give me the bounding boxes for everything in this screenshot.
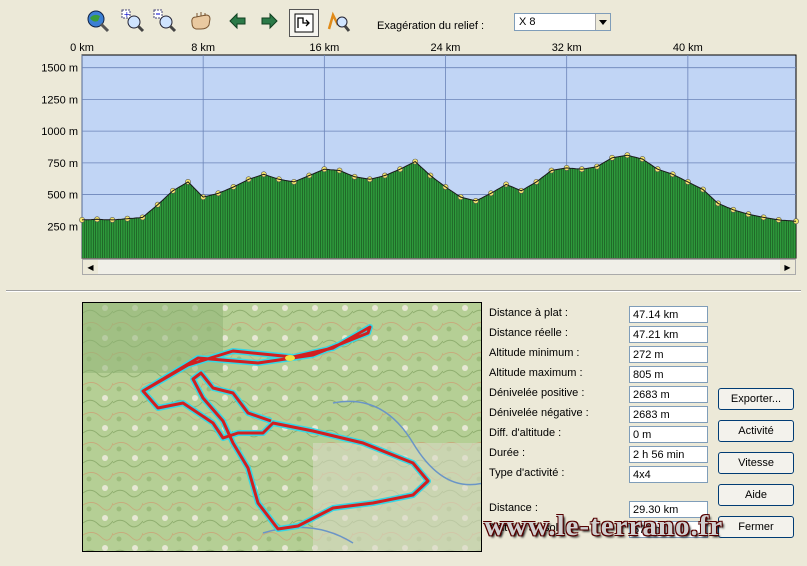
profile-horizontal-scrollbar[interactable]: ◀ ▶: [82, 259, 796, 275]
y-tick-label: 750 m: [47, 158, 78, 170]
divider: [6, 290, 801, 292]
stat-label: Distance à plat :: [489, 307, 568, 319]
y-tick-label: 1500 m: [41, 63, 78, 75]
close-button[interactable]: Fermer: [718, 516, 794, 538]
y-tick-label: 250 m: [47, 221, 78, 233]
x-tick-label: 8 km: [191, 42, 215, 54]
stat-label: Distance réelle :: [489, 327, 568, 339]
stat-value: 272 m: [629, 346, 708, 363]
watermark: www.le-terrano.fr: [484, 510, 724, 542]
stat-value: 2683 m: [629, 406, 708, 423]
x-tick-label: 32 km: [552, 42, 582, 54]
stat-label: Type d'activité :: [489, 467, 565, 479]
speed-button[interactable]: Vitesse: [718, 452, 794, 474]
stat-label: Altitude minimum :: [489, 347, 580, 359]
y-tick-label: 1250 m: [41, 94, 78, 106]
route-map[interactable]: [82, 302, 482, 552]
x-tick-label: 16 km: [309, 42, 339, 54]
activity-button[interactable]: Activité: [718, 420, 794, 442]
stat-value: 0 m: [629, 426, 708, 443]
stat-value: 47.21 km: [629, 326, 708, 343]
stat-label: Dénivelée positive :: [489, 387, 585, 399]
help-button[interactable]: Aide: [718, 484, 794, 506]
stat-value: 2683 m: [629, 386, 708, 403]
x-tick-label: 24 km: [431, 42, 461, 54]
x-tick-label: 0 km: [70, 42, 94, 54]
topo-map-image: [83, 303, 481, 551]
scroll-left-icon[interactable]: ◀: [83, 260, 98, 274]
stat-label: Dénivelée négative :: [489, 407, 589, 419]
stat-label: Diff. d'altitude :: [489, 427, 562, 439]
export-button[interactable]: Exporter...: [718, 388, 794, 410]
stat-label: Durée :: [489, 447, 526, 459]
stat-value: 805 m: [629, 366, 708, 383]
stat-value: 47.14 km: [629, 306, 708, 323]
stat-value: 4x4: [629, 466, 708, 483]
scroll-right-icon[interactable]: ▶: [780, 260, 795, 274]
y-tick-label: 1000 m: [41, 126, 78, 138]
y-tick-label: 500 m: [47, 190, 78, 202]
x-tick-label: 40 km: [673, 42, 703, 54]
stat-label: Altitude maximum :: [489, 367, 583, 379]
stat-value: 2 h 56 min: [629, 446, 708, 463]
elevation-profile-chart[interactable]: 1500 m 1250 m 1000 m 750 m 500 m 250 m 0 km 8 k…: [0, 0, 807, 290]
